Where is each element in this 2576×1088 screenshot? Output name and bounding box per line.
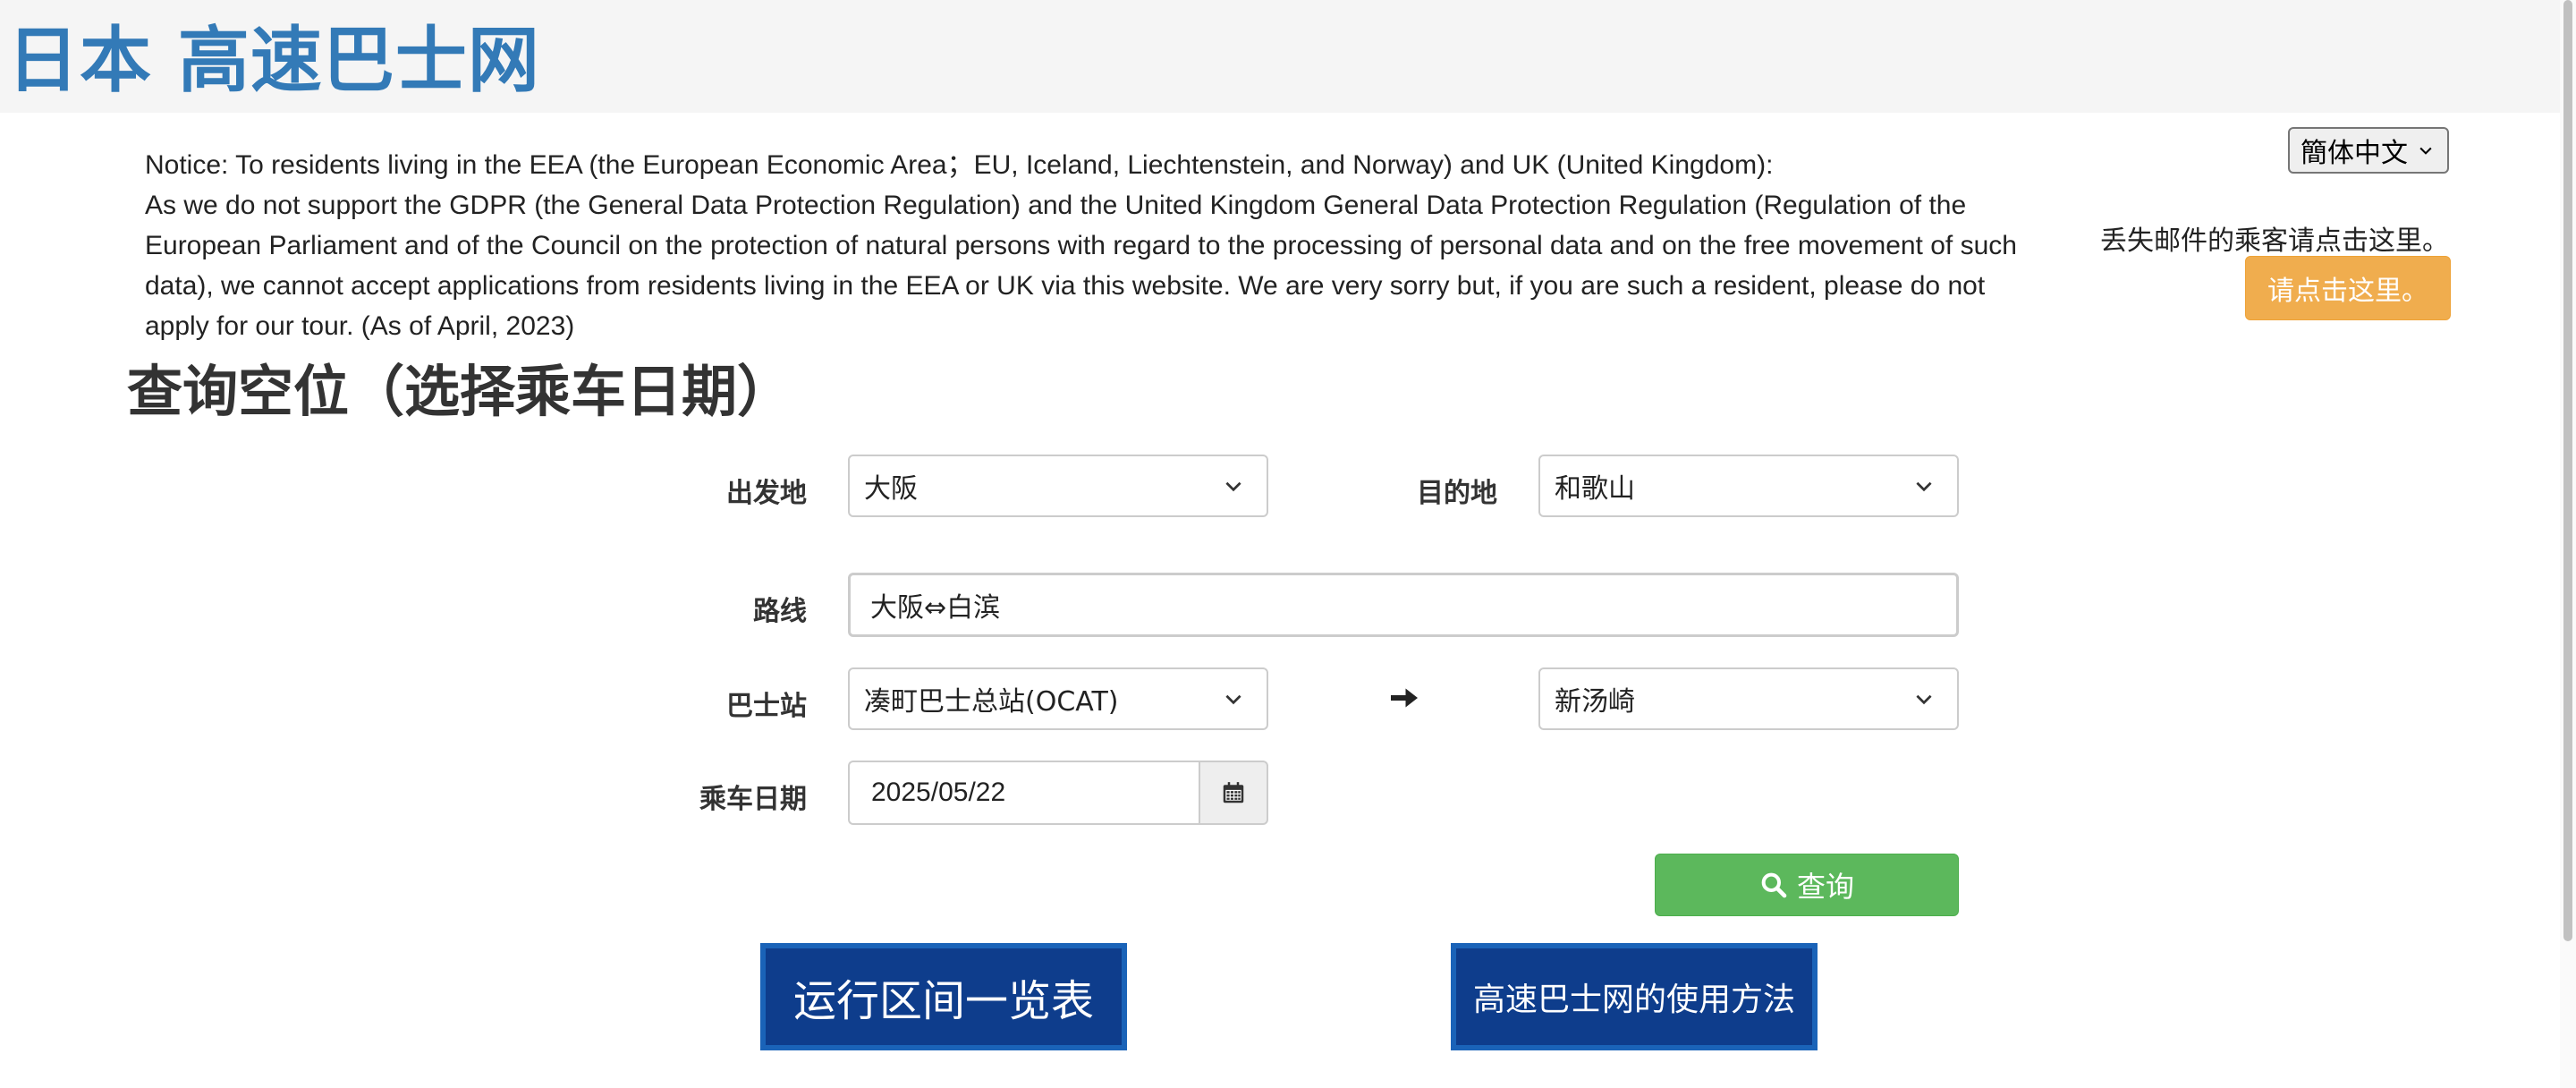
how-to-use-banner[interactable]: 高速巴士网的使用方法 bbox=[1451, 943, 1818, 1050]
chevron-down-icon bbox=[1916, 481, 1932, 492]
from-stop-select[interactable]: 凑町巴士总站(OCAT) bbox=[848, 667, 1268, 730]
search-button-label: 查询 bbox=[1796, 870, 1854, 904]
language-select-value: 簡体中文 bbox=[2301, 138, 2408, 169]
calendar-icon bbox=[1223, 782, 1244, 803]
site-title[interactable]: 日本 高速巴士网 bbox=[7, 25, 540, 97]
how-to-use-banner-label: 高速巴士网的使用方法 bbox=[1472, 982, 1795, 1018]
notice-heading: Notice: To residents living in the EEA (… bbox=[145, 150, 1774, 180]
to-stop-select[interactable]: 新汤崎 bbox=[1538, 667, 1959, 730]
scrollbar-thumb[interactable] bbox=[2563, 0, 2572, 941]
chevron-down-icon bbox=[1916, 694, 1932, 705]
lost-mail-button[interactable]: 请点击这里。 bbox=[2245, 256, 2451, 320]
to-stop-select-value: 新汤崎 bbox=[1555, 686, 1635, 718]
route-list-banner-label: 运行区间一览表 bbox=[792, 976, 1094, 1026]
header-bar: 日本 高速巴士网 bbox=[0, 0, 2560, 113]
departure-label: 出发地 bbox=[726, 478, 807, 509]
vertical-scrollbar[interactable] bbox=[2560, 0, 2576, 1088]
language-select[interactable]: 簡体中文 bbox=[2288, 127, 2449, 174]
destination-select[interactable]: 和歌山 bbox=[1538, 455, 1959, 517]
departure-select[interactable]: 大阪 bbox=[848, 455, 1268, 517]
notice-body: As we do not support the GDPR (the Gener… bbox=[145, 191, 2017, 341]
bus-stop-label: 巴士站 bbox=[726, 691, 807, 722]
chevron-down-icon bbox=[1225, 694, 1241, 705]
route-field[interactable]: 大阪⇔白滨 bbox=[848, 573, 1959, 637]
gdpr-notice: Notice: To residents living in the EEA (… bbox=[145, 145, 2050, 346]
search-icon bbox=[1761, 872, 1787, 898]
chevron-down-icon bbox=[2419, 147, 2432, 155]
route-list-banner[interactable]: 运行区间一览表 bbox=[760, 943, 1127, 1050]
date-input-value: 2025/05/22 bbox=[871, 778, 1006, 807]
route-field-value: 大阪⇔白滨 bbox=[870, 592, 1001, 624]
calendar-button[interactable] bbox=[1199, 761, 1268, 825]
from-stop-select-value: 凑町巴士总站(OCAT) bbox=[864, 686, 1119, 718]
departure-select-value: 大阪 bbox=[864, 473, 918, 505]
lost-mail-text: 丢失邮件的乘客请点击这里。 bbox=[2100, 225, 2449, 257]
destination-select-value: 和歌山 bbox=[1555, 473, 1635, 505]
search-button[interactable]: 查询 bbox=[1655, 854, 1959, 916]
chevron-down-icon bbox=[1225, 481, 1241, 492]
arrow-right-icon bbox=[1391, 688, 1418, 708]
destination-label: 目的地 bbox=[1417, 478, 1497, 509]
date-picker: 2025/05/22 bbox=[848, 761, 1268, 825]
date-label: 乘车日期 bbox=[699, 784, 807, 815]
date-input[interactable]: 2025/05/22 bbox=[848, 761, 1199, 825]
route-label: 路线 bbox=[753, 596, 807, 627]
search-section-title: 查询空位（选择乘车日期） bbox=[127, 359, 793, 424]
